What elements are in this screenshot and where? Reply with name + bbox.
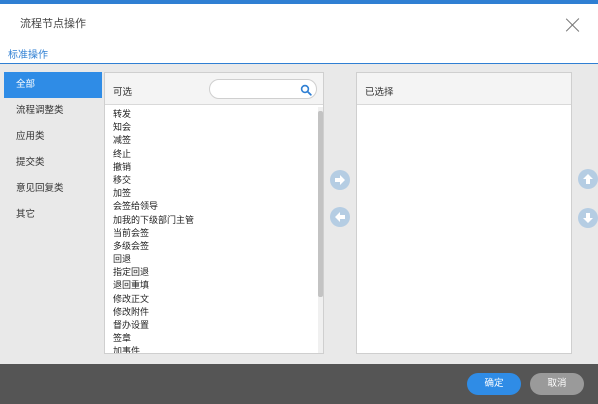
search-input[interactable] [218,83,298,96]
available-scrollbar[interactable] [318,107,323,353]
selected-panel-header: 已选择 [357,73,571,105]
nav-item-process-adjust[interactable]: 流程调整类 [4,98,102,124]
available-panel-header: 可选 [105,73,323,105]
move-right-button[interactable] [330,170,350,190]
list-item[interactable]: 会签给领导 [113,201,313,214]
available-scroll-thumb[interactable] [318,111,323,297]
list-item[interactable]: 减签 [113,135,313,148]
list-item[interactable]: 督办设置 [113,320,313,333]
move-up-button[interactable] [578,169,598,189]
arrow-left-icon [335,212,345,222]
list-item[interactable]: 退回重填 [113,280,313,293]
move-left-button[interactable] [330,207,350,227]
nav-item-other[interactable]: 其它 [4,202,102,228]
nav-item-all[interactable]: 全部 [4,72,102,98]
nav-item-submit[interactable]: 提交类 [4,150,102,176]
dialog-footer: 确定 取消 [0,364,598,404]
list-item[interactable]: 知会 [113,122,313,135]
selected-panel: 已选择 [356,72,572,354]
available-list: 转发 知会 减签 终止 撤销 移交 加签 会签给领导 加我的下级部门主管 当前会签 多级会签 回退 指定… [113,109,313,353]
close-icon[interactable] [566,18,580,32]
dialog-header: 流程节点操作 [0,4,598,42]
list-item[interactable]: 加签 [113,188,313,201]
list-item[interactable]: 多级会签 [113,241,313,254]
nav-item-opinion-reply[interactable]: 意见回复类 [4,176,102,202]
available-panel: 可选 转发 知会 减签 终止 撤销 移交 加签 会签给领导 加我的下级部门主管 当前会签 多级会签回… [104,72,324,354]
list-item[interactable]: 终止 [113,149,313,162]
selected-panel-title: 已选择 [365,87,394,98]
dialog-title: 流程节点操作 [20,17,86,30]
list-item[interactable]: 转发 [113,109,313,122]
list-item[interactable]: 加我的下级部门主管 [113,215,313,228]
arrow-down-icon [583,213,593,223]
list-item[interactable]: 修改正文 [113,294,313,307]
list-item[interactable]: 指定回退 [113,267,313,280]
list-item[interactable]: 修改附件 [113,307,313,320]
tab-bar: 标准操作 [0,42,598,64]
confirm-button[interactable]: 确定 [467,373,521,395]
list-item[interactable]: 当前会签 [113,228,313,241]
search-box [209,79,317,99]
list-item[interactable]: 加事件 [113,346,313,353]
tab-standard-operations[interactable]: 标准操作 [8,46,48,61]
available-panel-title: 可选 [113,87,133,98]
cancel-button[interactable]: 取消 [530,373,584,395]
list-item[interactable]: 撤销 [113,162,313,175]
list-item[interactable]: 移交 [113,175,313,188]
nav-item-application[interactable]: 应用类 [4,124,102,150]
selected-list [365,109,565,353]
search-icon[interactable] [300,84,312,96]
category-nav: 全部 流程调整类 应用类 提交类 意见回复类 其它 [4,72,102,358]
move-down-button[interactable] [578,208,598,228]
arrow-right-icon [335,175,345,185]
list-item[interactable]: 签章 [113,333,313,346]
list-item[interactable]: 回退 [113,254,313,267]
arrow-up-icon [583,174,593,184]
dialog-content: 全部 流程调整类 应用类 提交类 意见回复类 其它 可选 转发 知会 减签 终止 撤销移… [0,64,598,364]
